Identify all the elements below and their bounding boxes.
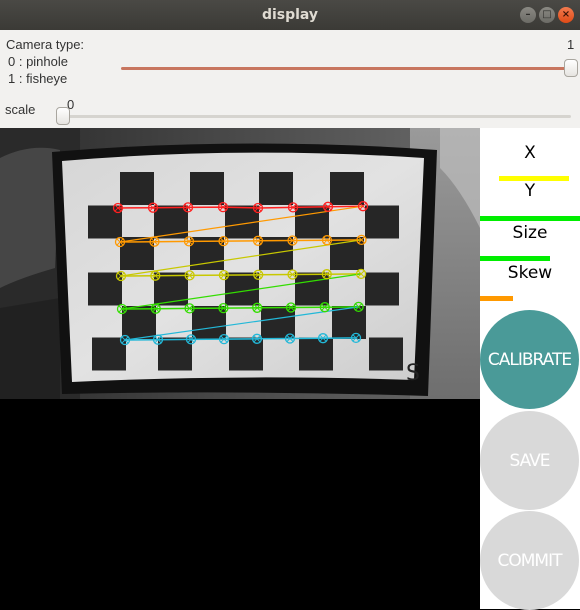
board-label: S (406, 361, 420, 386)
window-title: display (261, 7, 319, 23)
checkerboard-square (154, 205, 188, 239)
calibration-panel: X Y Size Skew CALIBRATE SAVE COMMIT (480, 128, 580, 610)
scale-slider[interactable] (63, 115, 571, 118)
camera-type-option-pinhole: 0 : pinhole (8, 54, 68, 69)
camera-type-slider[interactable] (121, 67, 571, 70)
close-button[interactable]: × (558, 7, 574, 23)
camera-type-option-fisheye: 1 : fisheye (8, 71, 68, 86)
size-label: Size (512, 223, 548, 243)
skew-label: Skew (507, 263, 553, 283)
checkerboard-square (365, 272, 399, 306)
checkerboard-square (369, 337, 403, 371)
size-progress-bar (480, 256, 550, 261)
checkerboard-square (88, 205, 122, 239)
checkerboard-square (229, 337, 263, 371)
checkerboard-square (330, 172, 364, 205)
camera-type-slider-handle[interactable] (564, 59, 578, 77)
minimize-button[interactable]: – (520, 7, 536, 23)
save-button[interactable]: SAVE (480, 411, 579, 510)
checkerboard-image: S (0, 128, 480, 399)
calibrate-button[interactable]: CALIBRATE (480, 310, 579, 409)
x-label: X (524, 143, 536, 163)
maximize-button[interactable]: □ (539, 7, 555, 23)
checkerboard-square (190, 172, 224, 205)
scale-label: scale (5, 102, 36, 117)
y-progress-bar (480, 216, 580, 221)
camera-feed: S (0, 128, 480, 399)
checkerboard-square (259, 172, 293, 205)
skew-progress-bar (480, 296, 513, 301)
title-bar: display – □ × (0, 0, 580, 30)
y-label: Y (524, 181, 536, 201)
scale-slider-handle[interactable] (56, 107, 70, 125)
checkerboard-square (299, 337, 333, 371)
camera-type-value: 1 (567, 37, 575, 52)
camera-feed-empty-area (0, 399, 480, 609)
commit-button[interactable]: COMMIT (480, 511, 579, 610)
checkerboard-square (120, 172, 154, 205)
checkerboard-square (122, 306, 156, 339)
checkerboard-square (295, 205, 329, 239)
trackbar-panel: Camera type: 0 : pinhole 1 : fisheye 1 s… (0, 30, 580, 128)
camera-type-label: Camera type: (6, 37, 85, 52)
checkerboard-square (365, 205, 399, 239)
